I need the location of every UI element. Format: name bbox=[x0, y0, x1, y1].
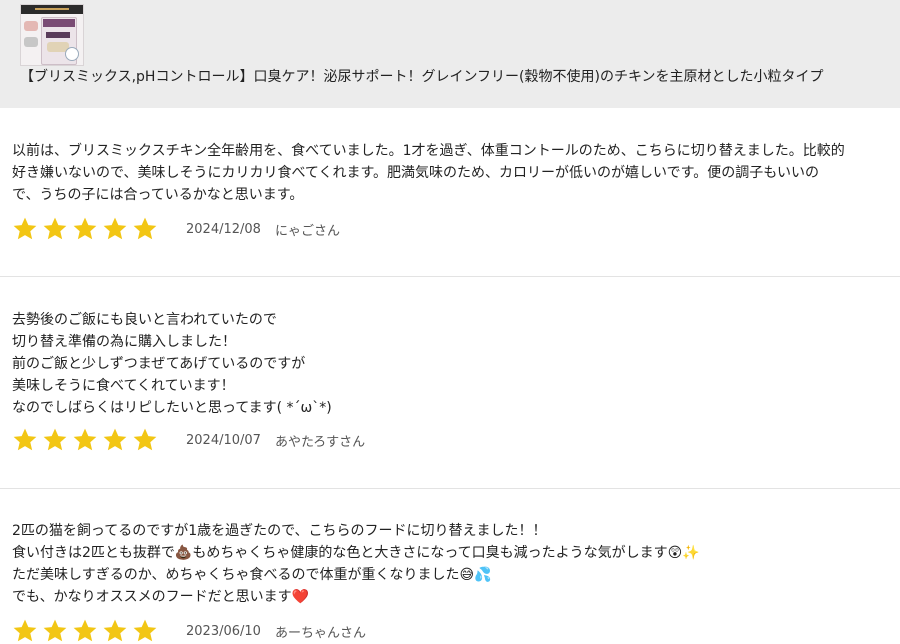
star-icon bbox=[12, 427, 38, 453]
review-line: なのでしばらくはリピしたいと思ってます( *´ω`*) bbox=[12, 400, 332, 416]
review-line: 以前は、ブリスミックスチキン全年齢用を、食べていました。1才を過ぎ、体重コントー… bbox=[12, 143, 845, 159]
star-icon bbox=[132, 618, 158, 644]
review-meta: 2023/06/10 あーちゃんさん bbox=[12, 618, 366, 644]
product-header: 【ブリスミックス,pHコントロール】口臭ケア！泌尿サポート！グレインフリー(穀物… bbox=[0, 0, 900, 108]
thumbnail-chip bbox=[24, 21, 38, 31]
star-icon bbox=[72, 618, 98, 644]
review-line: 食い付きは2匹とも抜群で💩もめちゃくちゃ健康的な色と大きさになって口臭も減ったよ… bbox=[12, 545, 700, 561]
review-author: あーちゃんさん bbox=[274, 625, 366, 641]
star-rating bbox=[12, 216, 162, 242]
review-text: 以前は、ブリスミックスチキン全年齢用を、食べていました。1才を過ぎ、体重コントー… bbox=[12, 140, 845, 206]
review-meta: 2024/12/08 にゃごさん bbox=[12, 216, 340, 242]
divider bbox=[0, 488, 900, 489]
review-line: でも、かなりオススメのフードだと思います❤️ bbox=[12, 589, 310, 605]
star-icon bbox=[102, 427, 128, 453]
review-line: 前のご飯と少しずつまぜてあげているのですが bbox=[12, 356, 306, 372]
review-meta: 2024/10/07 あやたろすさん bbox=[12, 427, 365, 453]
thumbnail-chip bbox=[24, 37, 38, 47]
star-icon bbox=[72, 216, 98, 242]
star-icon bbox=[12, 618, 38, 644]
star-icon bbox=[42, 427, 68, 453]
review-text: 2匹の猫を飼ってるのですが1歳を過ぎたので、こちらのフードに切り替えました！！ … bbox=[12, 520, 700, 608]
star-icon bbox=[102, 216, 128, 242]
divider bbox=[0, 276, 900, 277]
star-icon bbox=[12, 216, 38, 242]
review-date: 2024/10/07 bbox=[186, 432, 261, 448]
review-text: 去勢後のご飯にも良いと言われていたので 切り替え準備の為に購入しました！ 前のご… bbox=[12, 309, 332, 419]
review-line: 去勢後のご飯にも良いと言われていたので bbox=[12, 312, 277, 328]
star-icon bbox=[132, 427, 158, 453]
review-line: で、うちの子には合っているかなと思います。 bbox=[12, 187, 304, 203]
review-author: あやたろすさん bbox=[274, 434, 366, 450]
star-icon bbox=[72, 427, 98, 453]
review-date: 2024/12/08 bbox=[186, 221, 261, 237]
review-line: ただ美味しすぎるのか、めちゃくちゃ食べるので体重が重くなりました😅💦 bbox=[12, 567, 492, 583]
thumbnail-band bbox=[21, 5, 83, 14]
star-icon bbox=[42, 216, 68, 242]
product-thumbnail[interactable] bbox=[20, 4, 84, 66]
star-rating bbox=[12, 427, 162, 453]
review-line: 好き嫌いないので、美味しそうにカリカリ食べてくれます。肥満気味のため、カロリーが… bbox=[12, 165, 819, 181]
review-author: にゃごさん bbox=[274, 223, 340, 239]
review-line: 切り替え準備の為に購入しました！ bbox=[12, 334, 236, 350]
review-line: 2匹の猫を飼ってるのですが1歳を過ぎたので、こちらのフードに切り替えました！！ bbox=[12, 523, 547, 539]
star-icon bbox=[132, 216, 158, 242]
star-icon bbox=[102, 618, 128, 644]
review-line: 美味しそうに食べてくれています！ bbox=[12, 378, 235, 394]
star-rating bbox=[12, 618, 162, 644]
review-date: 2023/06/10 bbox=[186, 623, 261, 639]
thumbnail-badge bbox=[65, 47, 79, 61]
star-icon bbox=[42, 618, 68, 644]
product-title[interactable]: 【ブリスミックス,pHコントロール】口臭ケア！泌尿サポート！グレインフリー(穀物… bbox=[20, 68, 824, 86]
